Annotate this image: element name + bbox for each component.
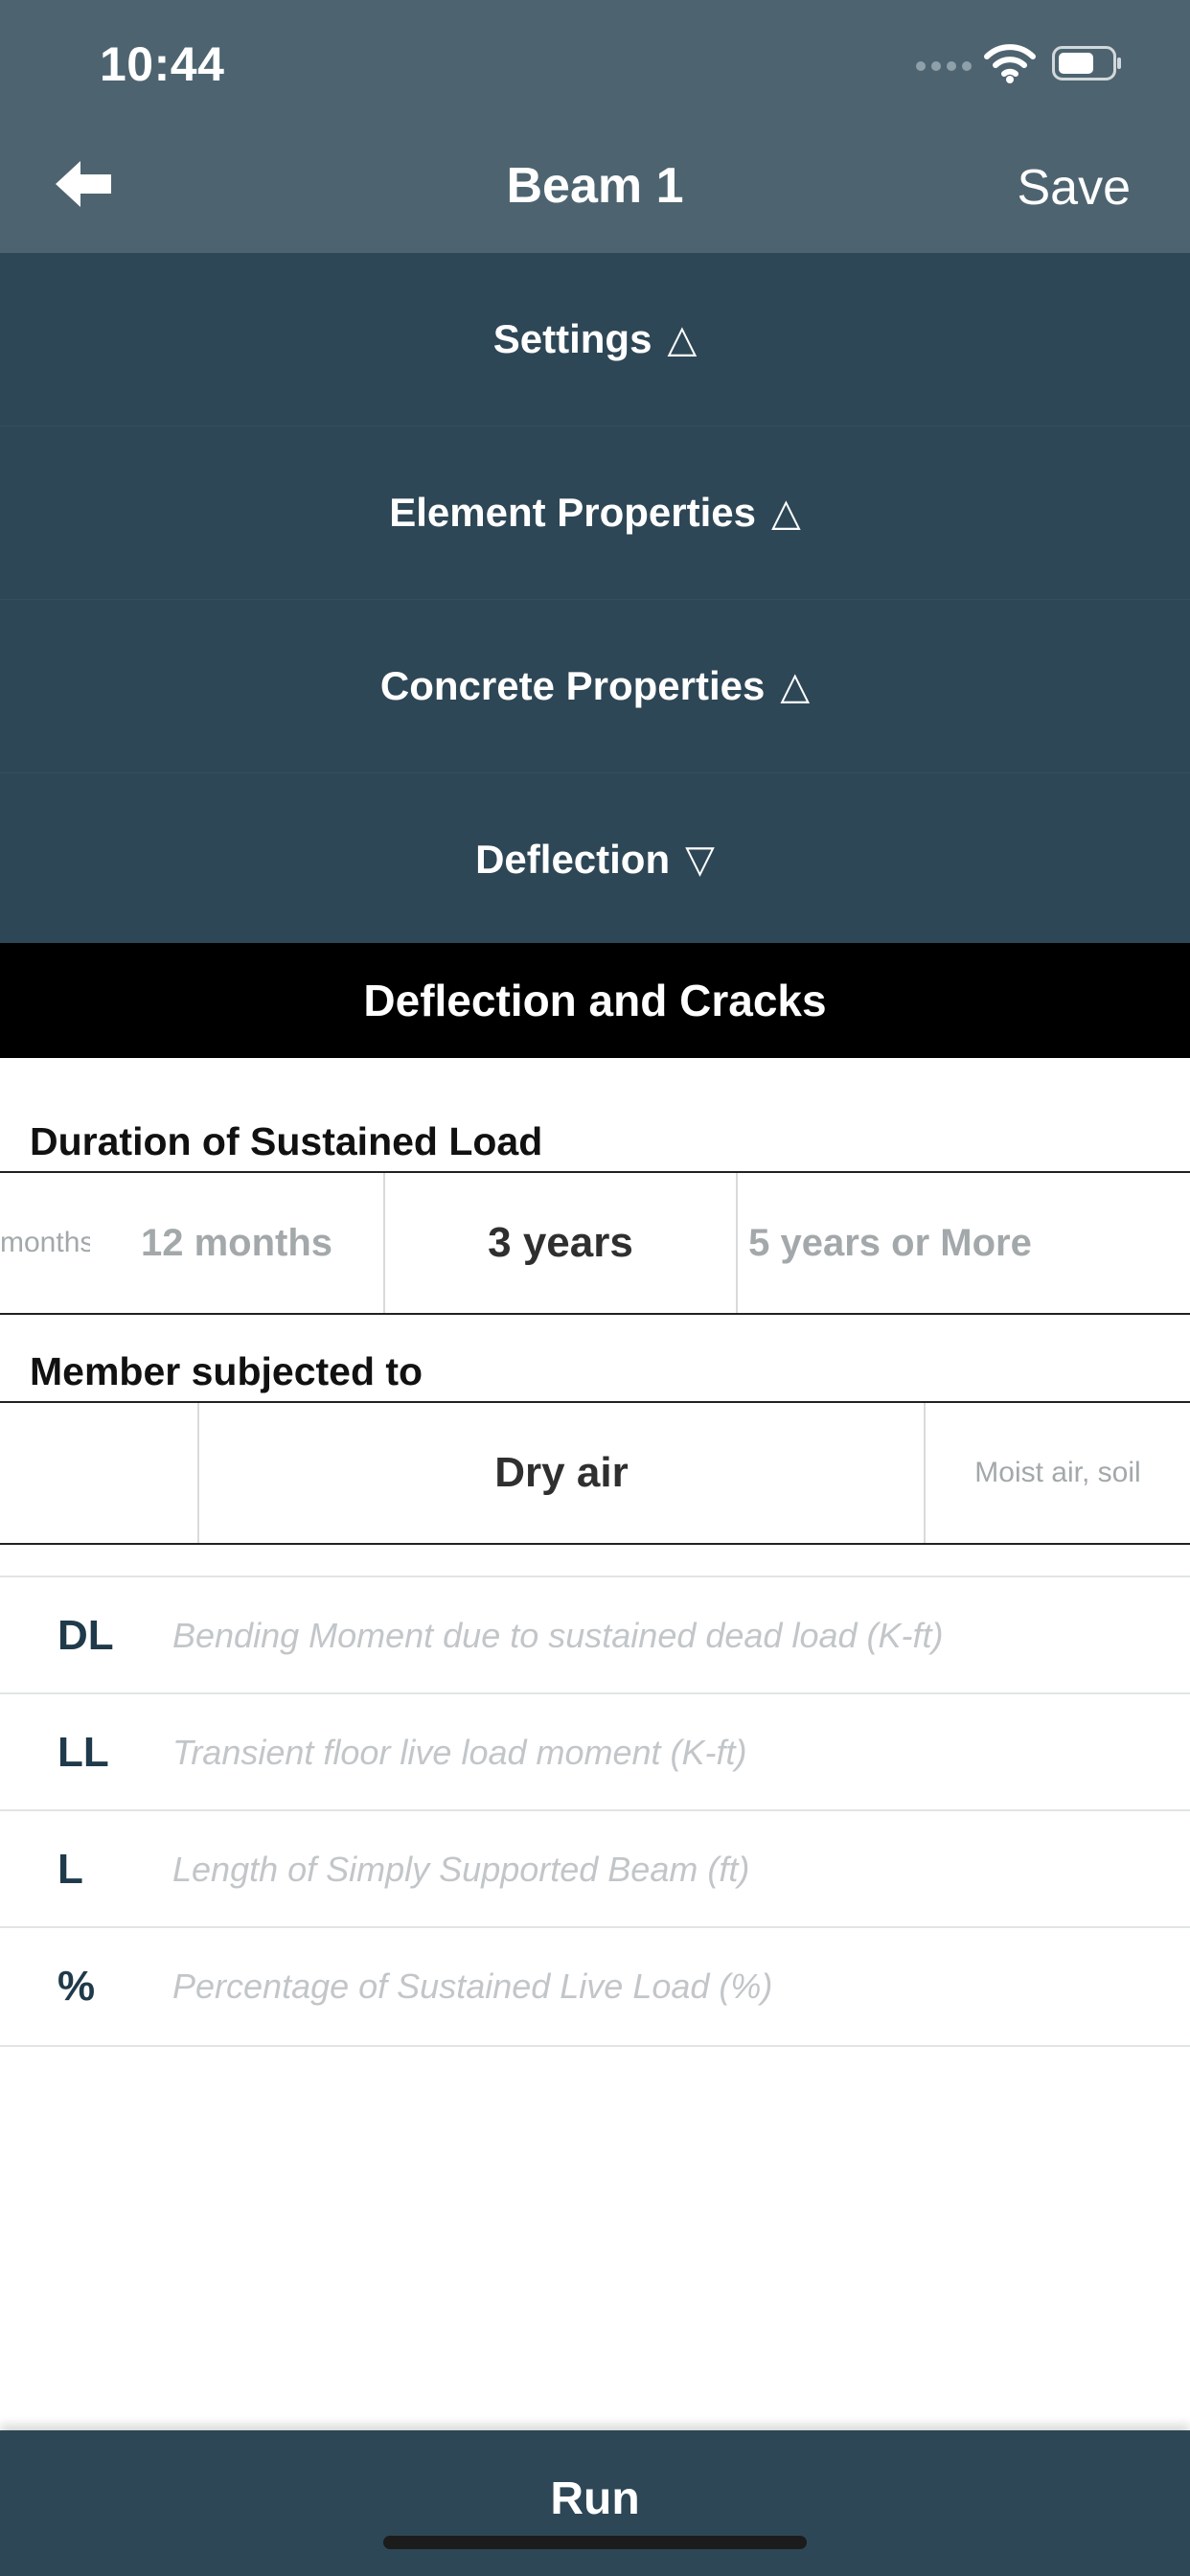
deflection-header: Deflection and Cracks <box>0 943 1190 1058</box>
duration-option[interactable]: months <box>0 1173 90 1313</box>
wifi-icon <box>984 44 1036 83</box>
cellular-signal-icon <box>916 61 973 75</box>
section-settings[interactable]: Settings △ <box>0 253 1190 426</box>
input-row-percent: % <box>0 1926 1190 2047</box>
member-option[interactable] <box>0 1403 197 1543</box>
expand-triangle-icon: △ <box>667 318 698 360</box>
divider <box>0 1313 1190 1315</box>
input-row-dl: DL <box>0 1576 1190 1694</box>
section-list: Settings △ Element Properties △ Concrete… <box>0 253 1190 946</box>
divider <box>0 1543 1190 1545</box>
section-label: Deflection <box>475 837 671 882</box>
expand-triangle-icon: △ <box>771 492 801 534</box>
section-label: Concrete Properties <box>379 663 766 708</box>
save-button[interactable]: Save <box>1017 159 1131 217</box>
beam-length-input[interactable] <box>115 1821 1190 1919</box>
expand-triangle-icon: △ <box>780 665 811 707</box>
section-label: Settings <box>492 316 652 361</box>
member-label: Member subjected to <box>30 1349 423 1393</box>
sustained-live-load-percent-input[interactable] <box>115 1938 1190 2036</box>
duration-picker[interactable]: months 12 months 3 years 5 years or More <box>0 1173 1190 1313</box>
input-row-l: L <box>0 1809 1190 1928</box>
battery-icon <box>1052 46 1121 80</box>
run-button[interactable]: Run <box>0 2472 1190 2525</box>
member-option[interactable]: Moist air, soil <box>926 1403 1190 1543</box>
page-title: Beam 1 <box>506 158 684 214</box>
section-deflection[interactable]: Deflection ▽ <box>0 772 1190 946</box>
section-label: Element Properties <box>389 490 757 535</box>
live-load-moment-input[interactable] <box>115 1704 1190 1802</box>
section-concrete-properties[interactable]: Concrete Properties △ <box>0 599 1190 772</box>
duration-label: Duration of Sustained Load <box>30 1119 543 1163</box>
status-time: 10:44 <box>100 37 225 91</box>
section-element-properties[interactable]: Element Properties △ <box>0 426 1190 599</box>
member-picker[interactable]: Dry air Moist air, soil <box>0 1403 1190 1543</box>
duration-option[interactable]: 12 months <box>90 1173 383 1313</box>
input-row-ll: LL <box>0 1692 1190 1811</box>
dead-load-moment-input[interactable] <box>115 1587 1190 1685</box>
duration-option-selected[interactable]: 3 years <box>385 1173 736 1313</box>
member-option-selected[interactable]: Dry air <box>199 1403 924 1543</box>
collapse-triangle-icon: ▽ <box>685 839 715 881</box>
duration-option[interactable]: 5 years or More <box>738 1173 1042 1313</box>
home-indicator <box>383 2536 807 2549</box>
